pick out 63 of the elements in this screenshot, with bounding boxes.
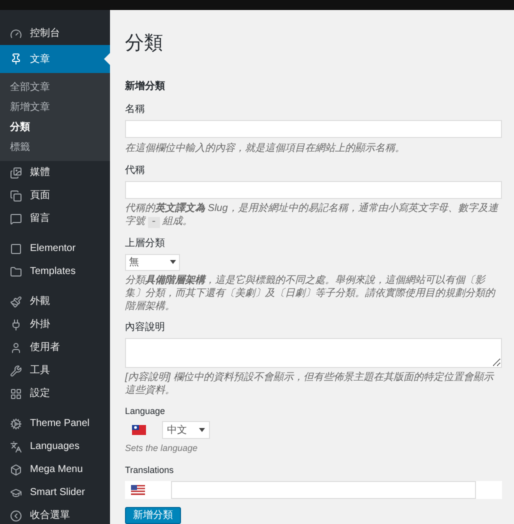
- menu-item[interactable]: Smart Slider: [0, 481, 110, 504]
- menu-item[interactable]: Languages: [0, 435, 110, 458]
- field-label: 代稱: [125, 164, 146, 178]
- cap-icon: [10, 486, 22, 498]
- caret-icon: [199, 428, 205, 432]
- translate-icon: [10, 440, 22, 452]
- parent-dropdown[interactable]: 無: [125, 254, 180, 270]
- field-label: Language: [125, 404, 166, 418]
- add-category-button[interactable]: 新增分類: [125, 507, 181, 524]
- menu-item[interactable]: 控制台: [0, 22, 110, 45]
- field-label: 上層分類: [125, 236, 166, 250]
- cube-icon: [10, 464, 22, 476]
- description-field[interactable]: [125, 338, 502, 368]
- slug-field[interactable]: [125, 180, 502, 198]
- field-label: 名稱: [125, 102, 146, 116]
- name-field[interactable]: [125, 120, 502, 138]
- hint-text: 分類具備階層架構，這是它與標籤的不同之處。舉例來說，這個網站可以有個〔影集〕分類，而其下還有〔美劇〕及〔日劇〕等子分類。請依實際使用目的規劃分類的階層架構。: [125, 274, 497, 312]
- field-label: Translations: [125, 464, 175, 476]
- gauge-icon: [10, 28, 22, 40]
- submenu-item[interactable]: 全部文章: [0, 77, 110, 97]
- hint-text: Sets the language: [125, 442, 199, 455]
- menu-item[interactable]: 媒體: [0, 161, 110, 184]
- submenu-item[interactable]: 標籤: [0, 137, 110, 157]
- submenu-item[interactable]: 新增文章: [0, 97, 110, 117]
- caret-icon: [170, 260, 176, 264]
- paintbrush-icon: [10, 296, 22, 308]
- menu-item[interactable]: 收合選單: [0, 504, 110, 524]
- hint-text: [內容說明] 欄位中的資料預設不會顯示，但有些佈景主題在其版面的特定位置會顯示這些資料。: [125, 370, 496, 396]
- menu-item[interactable]: 外掛: [0, 313, 110, 336]
- pointer-arrow: [104, 53, 110, 65]
- menu-item[interactable]: 頁面: [0, 184, 110, 207]
- plug-icon: [10, 318, 22, 330]
- menu-item[interactable]: Theme Panel: [0, 412, 110, 435]
- translation-field[interactable]: [171, 481, 476, 499]
- pages-icon: [10, 190, 22, 202]
- speech-bubble-icon: [10, 212, 22, 224]
- menu-item[interactable]: Mega Menu: [0, 458, 110, 481]
- language-dropdown[interactable]: 中文: [162, 421, 210, 439]
- hint-text: 在這個欄位中輸入的內容，就是這個項目在網站上的顯示名稱。: [125, 142, 406, 156]
- menu-item[interactable]: 使用者: [0, 336, 110, 359]
- folder-icon: [10, 266, 22, 278]
- section-heading: 新增分類: [125, 79, 166, 94]
- square-icon: [10, 242, 22, 254]
- images-icon: [10, 166, 22, 178]
- menu-item[interactable]: 文章: [0, 45, 110, 73]
- menu-item[interactable]: Templates: [0, 260, 110, 283]
- menu-item[interactable]: Elementor: [0, 237, 110, 260]
- flag-icon: [132, 425, 146, 435]
- wrench-icon: [10, 364, 22, 376]
- grid-icon: [10, 388, 22, 400]
- field-label: 內容說明: [125, 320, 166, 334]
- menu-item[interactable]: 設定: [0, 382, 110, 405]
- user-icon: [10, 342, 22, 354]
- menu-item[interactable]: 留言: [0, 207, 110, 230]
- hint-text: 代稱的英文譯文為 Slug，是用於網址中的易記名稱，通常由小寫英文字母、數字及連字號 - 組成。: [125, 202, 500, 228]
- menu-item[interactable]: 外觀: [0, 290, 110, 313]
- submenu-item[interactable]: 分類: [0, 117, 110, 137]
- collapse-icon: [10, 510, 22, 522]
- page-title: 分類: [125, 32, 164, 56]
- menu-item[interactable]: 工具: [0, 359, 110, 382]
- pin-icon: [10, 53, 22, 65]
- flag-icon: [131, 485, 145, 495]
- gear-icon: [10, 418, 22, 430]
